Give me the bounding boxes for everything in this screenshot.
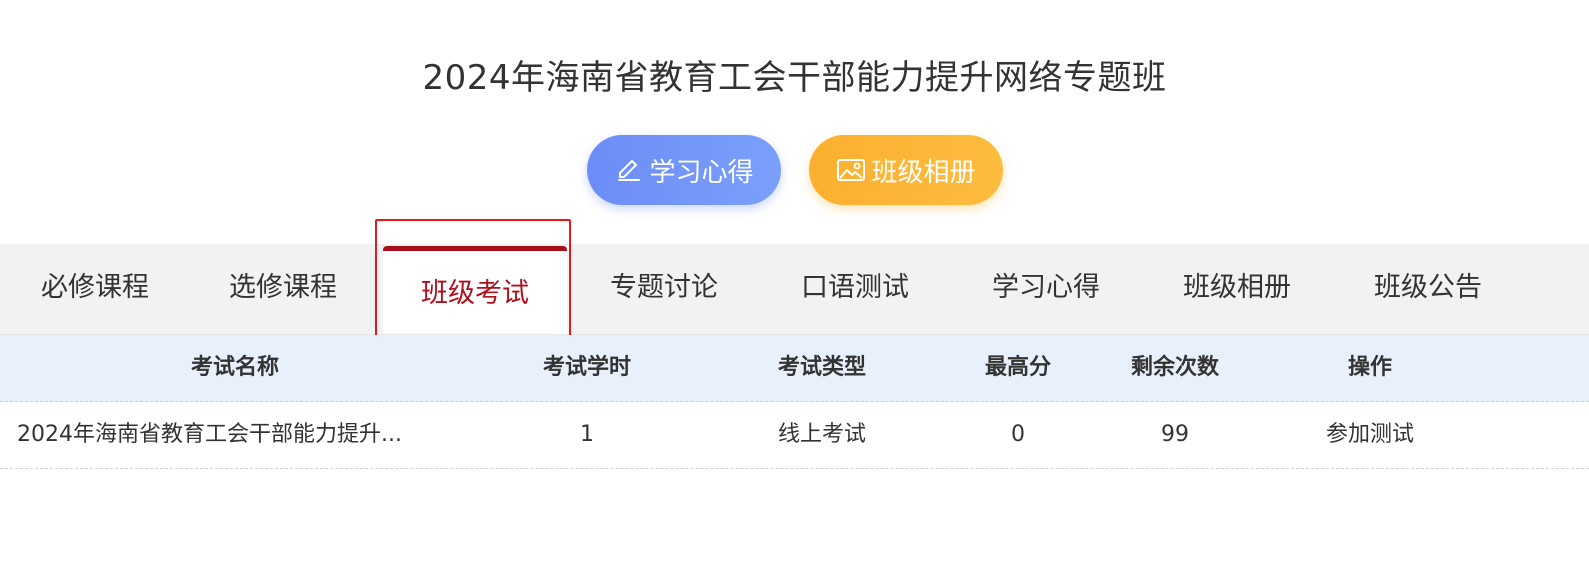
tab-required-courses[interactable]: 必修课程 bbox=[0, 244, 190, 334]
tab-elective-courses[interactable]: 选修课程 bbox=[188, 244, 378, 334]
tab-topic-discussion[interactable]: 专题讨论 bbox=[569, 244, 759, 334]
take-test-link[interactable]: 参加测试 bbox=[1310, 402, 1430, 468]
table-row: 2024年海南省教育工会干部能力提升... 1 线上考试 0 99 参加测试 bbox=[0, 402, 1589, 469]
page: 2024年海南省教育工会干部能力提升网络专题班 学习心得 班级相册 必修课程 选… bbox=[0, 0, 1589, 586]
header-exam-type: 考试类型 bbox=[777, 355, 866, 380]
tab-oral-test[interactable]: 口语测试 bbox=[760, 244, 950, 334]
header-exam-hours: 考试学时 bbox=[542, 355, 631, 380]
tab-study-notes[interactable]: 学习心得 bbox=[951, 244, 1141, 334]
header-exam-name: 考试名称 bbox=[190, 355, 279, 380]
tab-class-notice[interactable]: 班级公告 bbox=[1333, 244, 1523, 334]
study-notes-button[interactable]: 学习心得 bbox=[586, 135, 781, 205]
tab-class-exam[interactable]: 班级考试 bbox=[383, 246, 567, 334]
pencil-icon bbox=[613, 154, 645, 186]
header-action: 操作 bbox=[1347, 355, 1392, 380]
tab-class-album[interactable]: 班级相册 bbox=[1142, 244, 1332, 334]
class-album-button[interactable]: 班级相册 bbox=[808, 135, 1003, 205]
exam-type-cell: 线上考试 bbox=[777, 422, 866, 447]
max-score-cell: 0 bbox=[1011, 422, 1025, 447]
exam-name-cell: 2024年海南省教育工会干部能力提升... bbox=[17, 422, 402, 447]
tab-bar: 必修课程 选修课程 班级考试 专题讨论 口语测试 学习心得 班级相册 班级公告 bbox=[0, 244, 1589, 335]
study-notes-label: 学习心得 bbox=[649, 157, 754, 188]
quick-buttons: 学习心得 班级相册 bbox=[0, 135, 1589, 205]
image-icon bbox=[835, 154, 867, 186]
header-remaining-attempts: 剩余次数 bbox=[1130, 355, 1219, 380]
header-max-score: 最高分 bbox=[984, 355, 1051, 380]
table-header: 考试名称 考试学时 考试类型 最高分 剩余次数 操作 bbox=[0, 335, 1589, 402]
exam-hours-cell: 1 bbox=[580, 422, 594, 447]
remaining-attempts-cell: 99 bbox=[1161, 422, 1189, 447]
class-album-label: 班级相册 bbox=[871, 157, 976, 188]
page-title: 2024年海南省教育工会干部能力提升网络专题班 bbox=[422, 58, 1167, 98]
exam-table: 考试名称 考试学时 考试类型 最高分 剩余次数 操作 2024年海南省教育工会干… bbox=[0, 335, 1589, 469]
